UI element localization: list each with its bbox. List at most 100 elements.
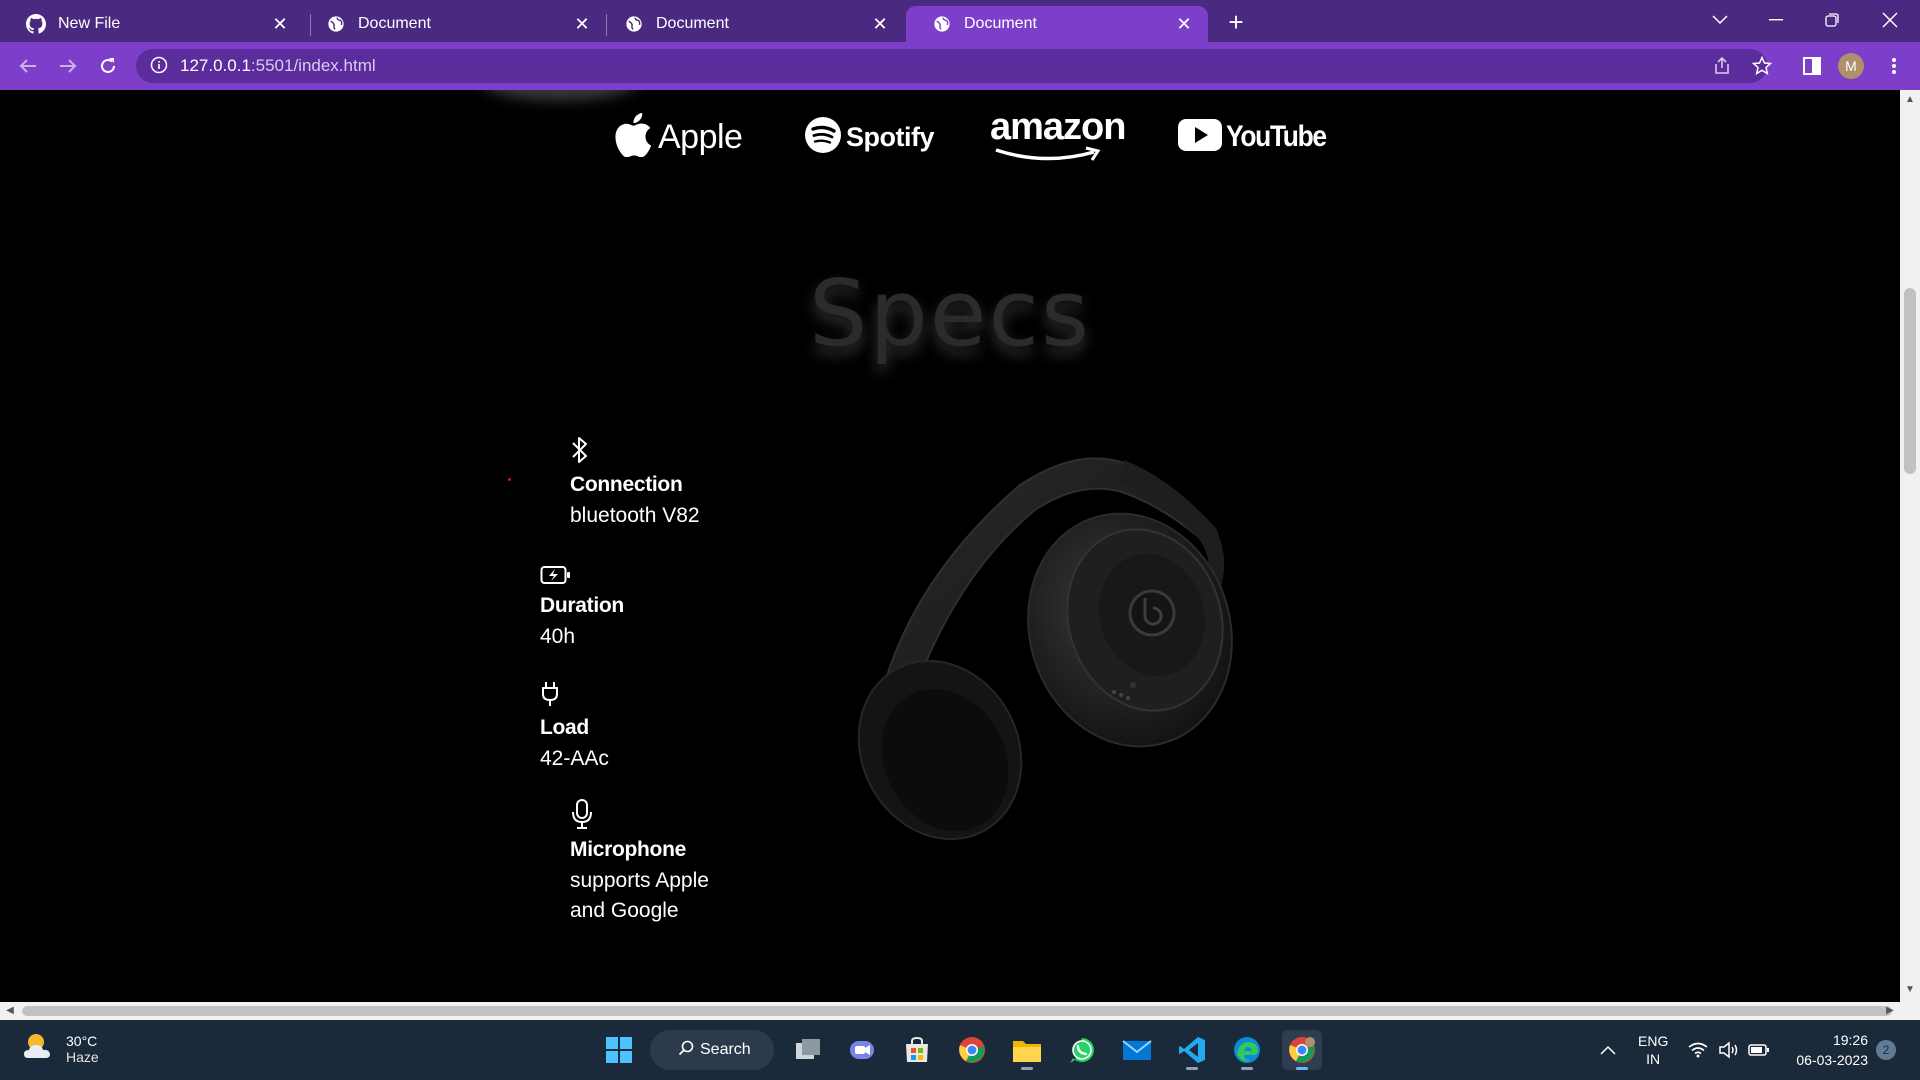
restore-button[interactable] bbox=[1806, 0, 1858, 40]
microsoft-store-icon[interactable] bbox=[897, 1030, 937, 1070]
weather-widget[interactable]: 30°C Haze bbox=[22, 1030, 99, 1067]
plug-icon bbox=[540, 676, 568, 708]
close-tab-icon[interactable]: ✕ bbox=[1174, 14, 1194, 34]
github-icon bbox=[26, 14, 46, 34]
file-explorer-icon[interactable] bbox=[1007, 1030, 1047, 1070]
headphones-product-image bbox=[840, 430, 1240, 850]
tab-new-file[interactable]: New File ✕ bbox=[0, 6, 304, 42]
address-bar[interactable]: 127.0.0.1:5501/index.html bbox=[136, 49, 1767, 83]
clock-date: 06-03-2023 bbox=[1796, 1052, 1868, 1068]
whatsapp-icon[interactable] bbox=[1062, 1030, 1102, 1070]
specs-heading: Specs bbox=[809, 260, 1091, 367]
vscode-icon[interactable] bbox=[1172, 1030, 1212, 1070]
url-host: 127.0.0.1 bbox=[180, 56, 251, 75]
scroll-right-arrow-icon[interactable]: ▶ bbox=[1884, 1005, 1896, 1017]
windows-start-icon[interactable] bbox=[599, 1030, 639, 1070]
scroll-left-arrow-icon[interactable]: ◀ bbox=[4, 1005, 16, 1017]
menu-kebab-icon[interactable] bbox=[1878, 50, 1910, 82]
brand-name: Spotify bbox=[846, 121, 935, 152]
running-indicator bbox=[1296, 1067, 1308, 1070]
tab-document-2[interactable]: Document ✕ bbox=[598, 6, 904, 42]
spec-label: Microphone bbox=[570, 838, 686, 861]
running-indicator bbox=[1021, 1067, 1033, 1070]
side-panel-icon[interactable] bbox=[1796, 50, 1828, 82]
scroll-down-arrow-icon[interactable]: ▼ bbox=[1904, 984, 1916, 996]
browser-toolbar: 127.0.0.1:5501/index.html M bbox=[0, 42, 1920, 90]
running-indicator bbox=[1241, 1067, 1253, 1070]
spec-value: supports Apple and Google bbox=[570, 869, 709, 922]
bookmark-star-icon[interactable] bbox=[1746, 50, 1778, 82]
close-tab-icon[interactable]: ✕ bbox=[572, 14, 592, 34]
vertical-scrollbar[interactable]: ▲ ▼ bbox=[1900, 90, 1920, 1002]
chrome-icon[interactable] bbox=[952, 1030, 992, 1070]
horizontal-scroll-thumb[interactable] bbox=[22, 1006, 1892, 1016]
horizontal-scrollbar[interactable]: ◀ ▶ bbox=[0, 1002, 1920, 1020]
tab-search-chevron-icon[interactable] bbox=[1694, 0, 1746, 40]
apple-logo-icon bbox=[614, 112, 652, 162]
system-clock[interactable]: 19:26 06-03-2023 bbox=[1778, 1030, 1868, 1070]
new-tab-button[interactable]: + bbox=[1222, 7, 1250, 37]
globe-icon bbox=[932, 14, 952, 34]
url-text: 127.0.0.1:5501/index.html bbox=[180, 56, 376, 76]
spec-label: Connection bbox=[570, 473, 683, 496]
language-indicator[interactable]: ENG IN bbox=[1638, 1020, 1668, 1080]
close-tab-icon[interactable]: ✕ bbox=[870, 14, 890, 34]
close-tab-icon[interactable]: ✕ bbox=[270, 14, 290, 34]
tab-title: Document bbox=[656, 15, 729, 32]
chrome-profile-icon[interactable] bbox=[1282, 1030, 1322, 1070]
brand-name: amazon bbox=[990, 106, 1126, 148]
battery-charging-icon bbox=[540, 554, 574, 586]
reload-button[interactable] bbox=[92, 50, 124, 82]
globe-icon bbox=[326, 14, 346, 34]
taskbar-search-button[interactable]: Search bbox=[650, 1030, 774, 1070]
spec-value: 42-AAc bbox=[540, 747, 609, 770]
share-icon[interactable] bbox=[1706, 50, 1738, 82]
task-view-icon[interactable] bbox=[788, 1030, 828, 1070]
back-button[interactable] bbox=[12, 50, 44, 82]
browser-tab-strip: New File ✕ Document ✕ Document ✕ Documen… bbox=[0, 0, 1920, 42]
brand-youtube: YouTube bbox=[1178, 112, 1339, 162]
battery-icon[interactable] bbox=[1748, 1020, 1770, 1080]
brand-apple: Apple bbox=[614, 112, 743, 162]
scroll-up-arrow-icon[interactable]: ▲ bbox=[1904, 94, 1916, 106]
brand-name: Apple bbox=[658, 117, 743, 156]
brand-amazon: amazon bbox=[990, 106, 1126, 161]
search-icon bbox=[678, 1040, 694, 1061]
forward-button[interactable] bbox=[52, 50, 84, 82]
url-path: :5501/index.html bbox=[250, 56, 376, 75]
spec-load: Load 42-AAc bbox=[540, 676, 609, 774]
teams-chat-icon[interactable] bbox=[842, 1030, 882, 1070]
mail-icon[interactable] bbox=[1117, 1030, 1157, 1070]
notification-badge[interactable]: 2 bbox=[1876, 1040, 1896, 1060]
volume-icon[interactable] bbox=[1718, 1020, 1740, 1080]
spec-label: Duration bbox=[540, 594, 624, 617]
profile-avatar[interactable]: M bbox=[1838, 53, 1864, 79]
weather-temperature: 30°C bbox=[66, 1032, 98, 1049]
partly-cloudy-icon bbox=[22, 1030, 58, 1067]
page-viewport: Apple Spotify amazon YouTube Specs Conne… bbox=[0, 90, 1900, 1002]
spec-value: 40h bbox=[540, 625, 576, 648]
amazon-smile-icon bbox=[990, 146, 1110, 169]
bluetooth-icon bbox=[570, 433, 598, 465]
search-label: Search bbox=[700, 1041, 751, 1058]
close-window-button[interactable] bbox=[1864, 0, 1916, 40]
microphone-icon bbox=[570, 798, 598, 830]
minimize-button[interactable] bbox=[1750, 0, 1802, 40]
running-indicator bbox=[1186, 1067, 1198, 1070]
language-code: ENG bbox=[1638, 1033, 1669, 1049]
tab-document-active[interactable]: Document ✕ bbox=[906, 6, 1208, 42]
tab-document-1[interactable]: Document ✕ bbox=[300, 6, 606, 42]
tab-title: Document bbox=[358, 15, 431, 32]
globe-icon bbox=[624, 14, 644, 34]
show-hidden-icons-chevron-icon[interactable] bbox=[1600, 1020, 1616, 1080]
tab-title: New File bbox=[58, 15, 121, 32]
site-info-icon[interactable] bbox=[150, 56, 170, 76]
clock-time: 19:26 bbox=[1832, 1032, 1868, 1048]
windows-taskbar: 30°C Haze Search ENG IN 19:26 06-03-2023… bbox=[0, 1020, 1920, 1080]
wifi-icon[interactable] bbox=[1688, 1020, 1708, 1080]
cursor-dot bbox=[508, 478, 511, 481]
vertical-scroll-thumb[interactable] bbox=[1904, 288, 1916, 474]
youtube-play-icon bbox=[1178, 118, 1222, 156]
spec-connection: Connection bluetooth V82 bbox=[570, 433, 700, 531]
edge-icon[interactable] bbox=[1227, 1030, 1267, 1070]
